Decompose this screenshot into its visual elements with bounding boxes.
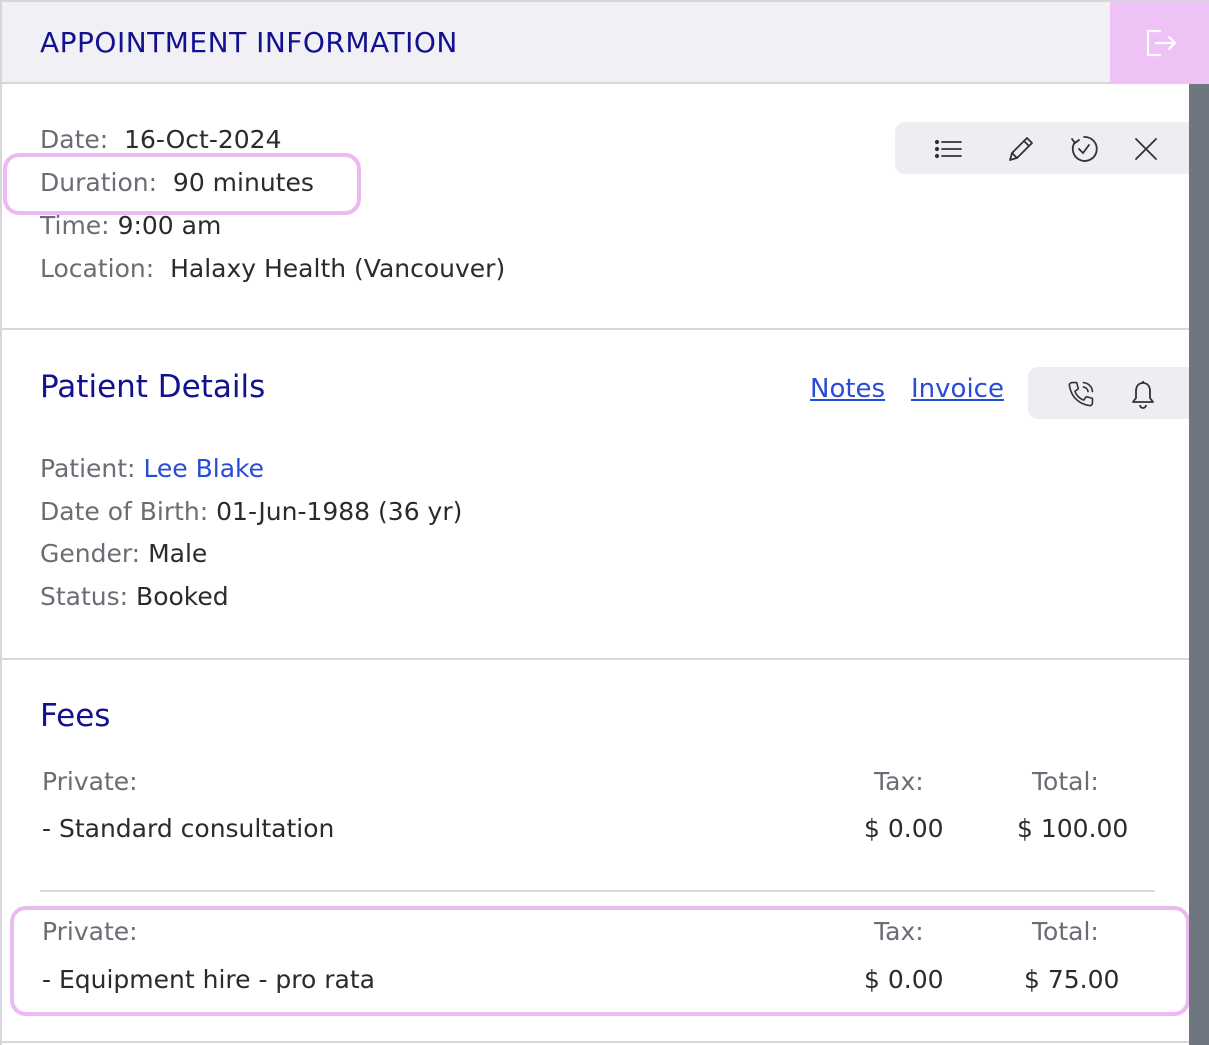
fee-item-name: - Standard consultation <box>42 814 335 843</box>
status-value: Booked <box>136 582 229 611</box>
date-row: Date: 16-Oct-2024 <box>40 125 282 154</box>
fee-item-total: $ 100.00 <box>1017 814 1129 843</box>
status-label: Status: <box>40 582 129 611</box>
gender-label: Gender: <box>40 539 141 568</box>
location-value: Halaxy Health (Vancouver) <box>170 254 506 283</box>
patient-details-title: Patient Details <box>40 369 266 405</box>
patient-row: Patient: Lee Blake <box>40 454 264 483</box>
bottom-divider <box>2 1041 1191 1043</box>
exit-button[interactable] <box>1110 2 1209 84</box>
fee-type-label: Private: <box>42 767 138 796</box>
duration-highlight <box>3 153 361 215</box>
location-label: Location: <box>40 254 155 283</box>
bell-icon[interactable] <box>1128 379 1158 409</box>
status-row: Status: Booked <box>40 582 229 611</box>
dob-label: Date of Birth: <box>40 497 209 526</box>
fee-divider <box>40 890 1155 892</box>
time-label: Time: <box>40 211 110 240</box>
close-icon[interactable] <box>1131 134 1161 164</box>
clock-return-icon[interactable] <box>1069 134 1099 164</box>
gender-row: Gender: Male <box>40 539 207 568</box>
patient-name-link[interactable]: Lee Blake <box>143 454 264 483</box>
panel-header: APPOINTMENT INFORMATION <box>2 0 1209 84</box>
exit-icon <box>1146 29 1176 57</box>
invoice-link[interactable]: Invoice <box>911 374 1004 404</box>
time-row: Time: 9:00 am <box>40 211 221 240</box>
dob-row: Date of Birth: 01-Jun-1988 (36 yr) <box>40 497 462 526</box>
date-value: 16-Oct-2024 <box>124 125 282 154</box>
fees-title: Fees <box>40 698 111 734</box>
patient-toolbar <box>1028 367 1191 419</box>
fee-highlight <box>10 906 1190 1016</box>
location-row: Location: Halaxy Health (Vancouver) <box>40 254 505 283</box>
appointment-toolbar <box>895 122 1191 174</box>
list-icon[interactable] <box>933 134 963 164</box>
appointment-panel: APPOINTMENT INFORMATION Date: 16-Oct-202… <box>0 0 1209 1045</box>
patient-label: Patient: <box>40 454 136 483</box>
phone-icon[interactable] <box>1066 379 1096 409</box>
fee-total-label: Total: <box>1032 767 1099 796</box>
notes-link[interactable]: Notes <box>810 374 885 404</box>
scrollbar[interactable] <box>1189 84 1209 1045</box>
fee-tax-label: Tax: <box>874 767 924 796</box>
date-label: Date: <box>40 125 109 154</box>
fee-item-tax: $ 0.00 <box>864 814 944 843</box>
pencil-icon[interactable] <box>1006 134 1036 164</box>
dob-value: 01-Jun-1988 (36 yr) <box>216 497 463 526</box>
panel-title: APPOINTMENT INFORMATION <box>40 26 458 59</box>
time-value: 9:00 am <box>117 211 222 240</box>
gender-value: Male <box>148 539 208 568</box>
